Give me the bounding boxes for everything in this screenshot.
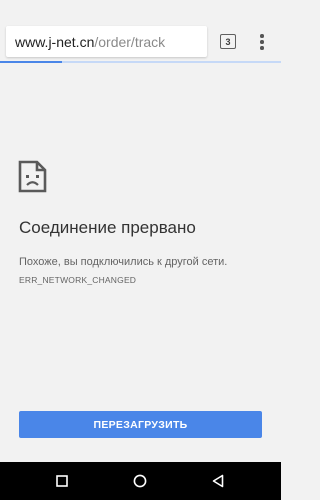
system-navigation-bar <box>0 462 281 500</box>
url-path: /order/track <box>94 33 166 50</box>
url-host: www.j-net.cn <box>15 33 95 50</box>
more-vert-icon[interactable] <box>253 30 271 54</box>
address-bar[interactable]: www.j-net.cn/order/track <box>6 26 207 57</box>
back-icon[interactable] <box>210 473 226 489</box>
recents-icon[interactable] <box>54 473 70 489</box>
tab-count: 3 <box>225 36 231 47</box>
error-page: Соединение прервано Похоже, вы подключил… <box>0 63 281 462</box>
error-title: Соединение прервано <box>19 218 196 237</box>
error-code: ERR_NETWORK_CHANGED <box>19 275 137 285</box>
sad-tab-icon <box>18 160 47 193</box>
home-icon[interactable] <box>132 473 148 489</box>
browser-toolbar: www.j-net.cn/order/track 3 <box>0 0 281 61</box>
error-message: Похоже, вы подключились к другой сети. <box>19 256 228 268</box>
reload-button[interactable]: ПЕРЕЗАГРУЗИТЬ <box>19 411 262 438</box>
tab-switcher-button[interactable]: 3 <box>220 34 236 49</box>
